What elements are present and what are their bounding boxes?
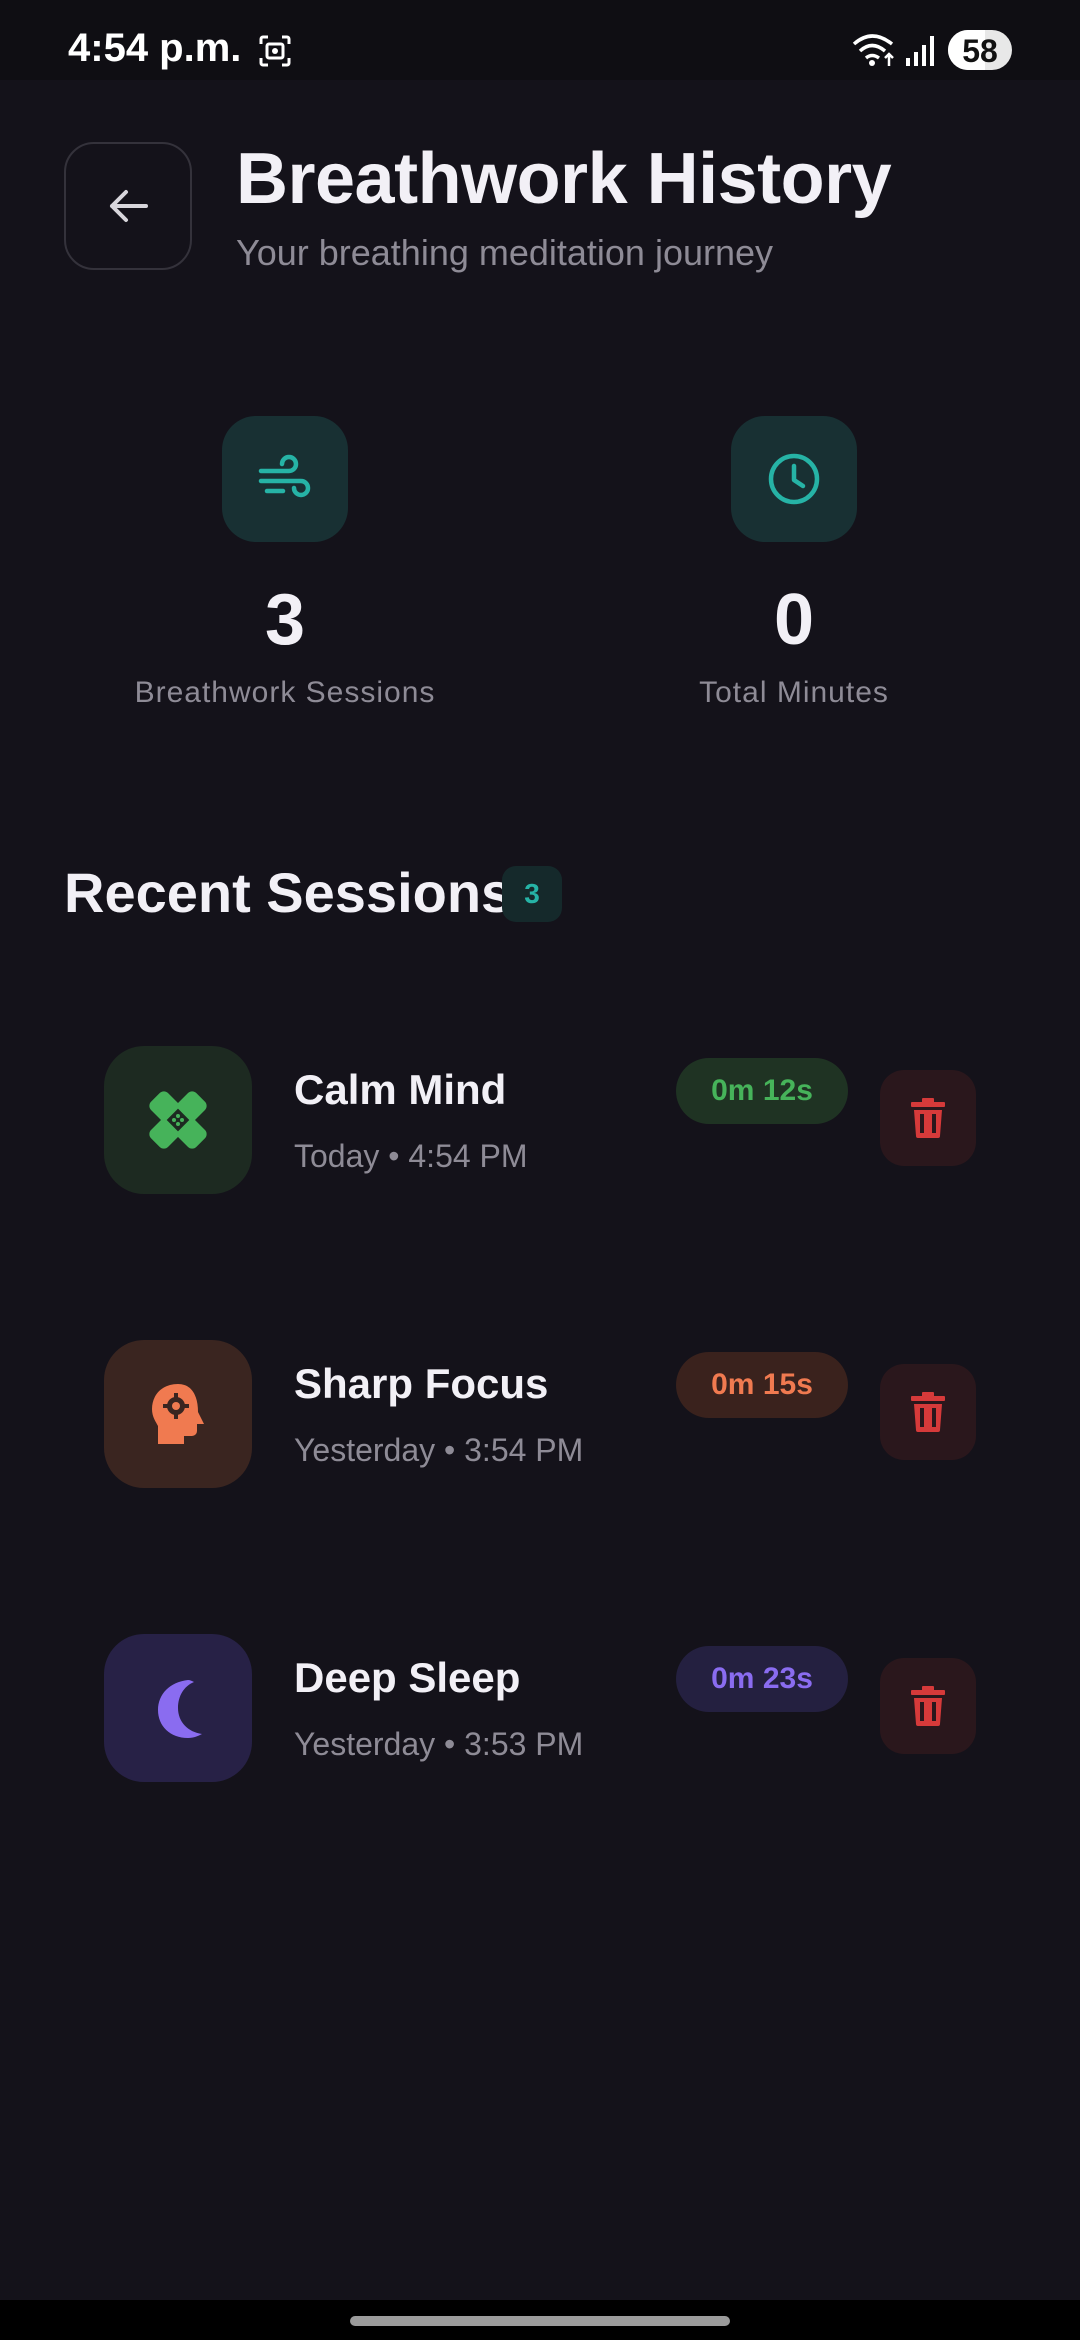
- head-gear-icon: [152, 1384, 204, 1444]
- clock-icon: [768, 453, 820, 505]
- duration-badge: 0m 23s: [676, 1646, 848, 1712]
- session-time: Yesterday • 3:54 PM: [294, 1432, 584, 1468]
- stat-minutes-icon-box: [731, 416, 857, 542]
- stat-minutes: 0 Total Minutes: [614, 416, 974, 710]
- session-time: Yesterday • 3:53 PM: [294, 1726, 584, 1762]
- moon-icon: [158, 1680, 202, 1738]
- stat-sessions: 3 Breathwork Sessions: [105, 416, 465, 710]
- minutes-label: Total Minutes: [699, 676, 889, 709]
- battery-level: 58: [962, 33, 998, 69]
- stat-sessions-icon-box: [222, 416, 348, 542]
- wifi-icon: [852, 34, 894, 66]
- trash-icon: [911, 1098, 945, 1138]
- session-name: Sharp Focus: [294, 1360, 549, 1407]
- sessions-count: 3: [264, 580, 306, 660]
- page-subtitle: Your breathing meditation journey: [236, 232, 774, 273]
- battery-indicator: 58: [948, 30, 1012, 70]
- session-icon-box: [104, 1340, 252, 1488]
- trash-icon: [911, 1392, 945, 1432]
- bandage-icon: [149, 1091, 207, 1149]
- status-time: 4:54 p.m.: [68, 26, 242, 70]
- session-name: Deep Sleep: [294, 1654, 521, 1701]
- delete-button[interactable]: [880, 1364, 976, 1460]
- duration-badge: 0m 12s: [676, 1058, 848, 1124]
- delete-button[interactable]: [880, 1658, 976, 1754]
- duration-badge: 0m 15s: [676, 1352, 848, 1418]
- arrow-left-icon: [110, 190, 148, 222]
- session-item-calm-mind[interactable]: Calm Mind Today • 4:54 PM 0m 12s: [104, 1046, 984, 1196]
- delete-button[interactable]: [880, 1070, 976, 1166]
- home-indicator[interactable]: [350, 2316, 730, 2326]
- session-time: Today • 4:54 PM: [294, 1138, 528, 1174]
- section-title: Recent Sessions: [64, 861, 513, 924]
- session-icon-box: [104, 1634, 252, 1782]
- wind-icon: [258, 454, 311, 498]
- trash-icon: [911, 1686, 945, 1726]
- signal-icon: [906, 36, 934, 66]
- session-icon-box: [104, 1046, 252, 1194]
- sessions-label: Breathwork Sessions: [134, 676, 436, 709]
- screenshot-icon: [259, 35, 291, 67]
- back-button[interactable]: [64, 142, 192, 270]
- page-title: Breathwork History: [236, 139, 892, 219]
- session-item-deep-sleep[interactable]: Deep Sleep Yesterday • 3:53 PM 0m 23s: [104, 1634, 984, 1784]
- session-count-badge: 3: [502, 866, 562, 922]
- status-bar: 4:54 p.m. 58: [0, 0, 1080, 80]
- session-item-sharp-focus[interactable]: Sharp Focus Yesterday • 3:54 PM 0m 15s: [104, 1340, 984, 1490]
- minutes-total: 0: [773, 580, 815, 660]
- session-name: Calm Mind: [294, 1066, 507, 1113]
